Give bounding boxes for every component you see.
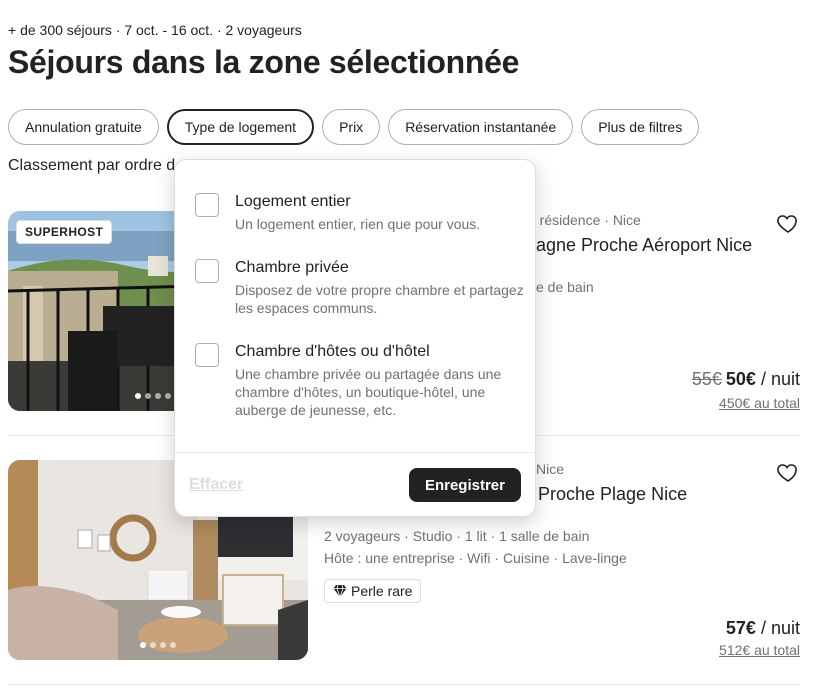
page-title: Séjours dans la zone sélectionnée: [8, 44, 520, 80]
option-label[interactable]: Chambre d'hôtes ou d'hôtel: [235, 343, 430, 361]
listing-title[interactable]: Proche Plage Nice: [538, 484, 687, 505]
carousel-dot[interactable]: [155, 393, 161, 399]
carousel-dot[interactable]: [150, 642, 156, 648]
total-price[interactable]: 450€ au total: [719, 395, 800, 411]
accommodation-type-popover: Logement entier Un logement entier, rien…: [174, 159, 536, 517]
popover-divider: [175, 452, 535, 453]
option-label[interactable]: Logement entier: [235, 193, 351, 211]
total-price[interactable]: 512€ au total: [719, 642, 800, 658]
option-description: Disposez de votre propre chambre et part…: [235, 282, 524, 316]
search-summary: + de 300 séjours · 7 oct. - 16 oct. · 2 …: [8, 22, 302, 38]
price-line: 55€ 50€ / nuit: [692, 369, 800, 390]
price-unit: / nuit: [760, 618, 800, 638]
rare-find-badge: Perle rare: [324, 579, 422, 603]
sort-label: Classement par ordre d: [8, 157, 176, 174]
rare-find-label: Perle rare: [351, 583, 413, 599]
photo-carousel-dots[interactable]: [140, 642, 176, 648]
listing-details: e de bain: [536, 279, 594, 295]
checkbox-private-room[interactable]: [195, 259, 219, 283]
listing-details: 2 voyageurs · Studio · 1 lit · 1 salle d…: [324, 528, 590, 544]
filter-more-filters[interactable]: Plus de filtres: [581, 109, 700, 145]
filter-price[interactable]: Prix: [322, 109, 381, 145]
listing-divider: [8, 684, 800, 685]
price-line: 57€ / nuit: [726, 618, 800, 639]
carousel-dot[interactable]: [135, 393, 141, 399]
carousel-dot[interactable]: [160, 642, 166, 648]
carousel-dot[interactable]: [140, 642, 146, 648]
current-price: 57€: [725, 618, 756, 638]
option-description: Un logement entier, rien que pour vous.: [235, 216, 481, 232]
checkbox-hotel-room[interactable]: [195, 343, 219, 367]
old-price: 55€: [691, 369, 722, 389]
save-button[interactable]: Enregistrer: [408, 468, 521, 502]
listing-type: Nice: [536, 461, 565, 477]
current-price: 50€: [725, 369, 756, 389]
filter-free-cancellation[interactable]: Annulation gratuite: [8, 109, 159, 145]
price-unit: / nuit: [760, 369, 800, 389]
carousel-dot[interactable]: [165, 393, 171, 399]
listing-title[interactable]: agne Proche Aéroport Nice: [536, 235, 752, 256]
option-description: Une chambre privée ou partagée dans une …: [235, 366, 502, 418]
diamond-icon: [333, 584, 347, 598]
heart-icon[interactable]: [776, 460, 800, 484]
filter-instant-booking[interactable]: Réservation instantanée: [388, 109, 574, 145]
carousel-dot[interactable]: [145, 393, 151, 399]
option-label[interactable]: Chambre privée: [235, 259, 349, 277]
superhost-badge: SUPERHOST: [16, 220, 113, 244]
checkbox-entire-place[interactable]: [195, 193, 219, 217]
listing-amenities: Hôte : une entreprise · Wifi · Cuisine ·…: [324, 550, 627, 566]
filter-bar: Annulation gratuite Type de logement Pri…: [8, 109, 700, 145]
filter-accommodation-type[interactable]: Type de logement: [166, 109, 315, 145]
heart-icon[interactable]: [776, 211, 800, 235]
carousel-dot[interactable]: [170, 642, 176, 648]
listing-type: n résidence · Nice: [528, 212, 641, 228]
clear-button[interactable]: Effacer: [189, 476, 243, 494]
